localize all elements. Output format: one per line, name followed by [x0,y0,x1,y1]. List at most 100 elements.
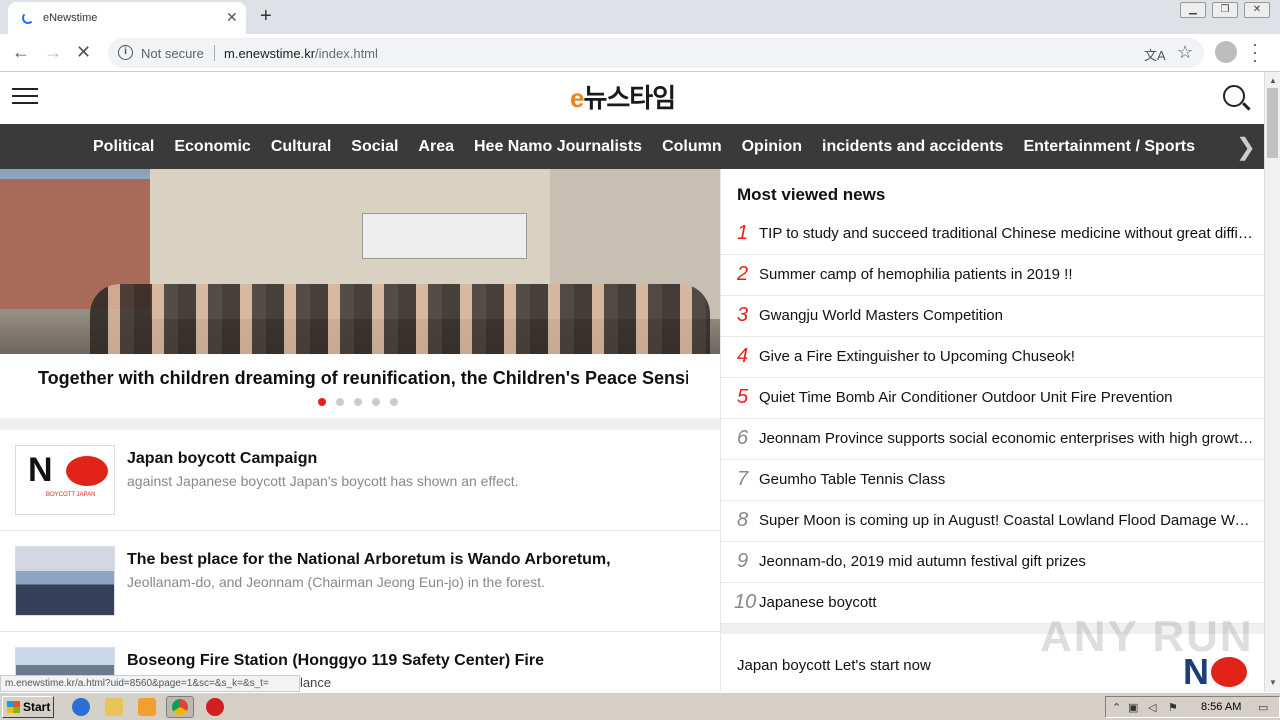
most-viewed-item[interactable]: 2 Summer camp of hemophilia patients in 2… [721,255,1264,296]
watermark: ANY RUN [1040,612,1254,661]
most-viewed-item[interactable]: 8 Super Moon is coming up in August! Coas… [721,501,1264,542]
url-path: /index.html [315,46,378,61]
news-thumbnail [15,546,115,616]
media-player-icon[interactable] [138,698,156,716]
news-title[interactable]: Boseong Fire Station (Honggyo 119 Safety… [127,652,544,670]
category-item[interactable]: Entertainment / Sports [1013,124,1205,169]
news-item[interactable]: N BOYCOTT JAPAN Japan boycott Campaign a… [0,430,720,531]
back-arrow-icon[interactable]: ← [12,42,30,63]
most-viewed-title-text[interactable]: Jeonnam Province supports social economi… [759,430,1254,447]
category-item[interactable]: Economic [164,124,260,169]
category-item[interactable]: Opinion [732,124,812,169]
most-viewed-item[interactable]: 4 Give a Fire Extinguisher to Upcoming Ch… [721,337,1264,378]
most-viewed-title-text[interactable]: TIP to study and succeed traditional Chi… [759,225,1254,242]
slider-dot[interactable] [336,398,344,406]
rank-number: 10 [734,591,757,613]
close-window-button[interactable]: ✕ [1244,2,1270,18]
most-viewed-item[interactable]: 3 Gwangju World Masters Competition [721,296,1264,337]
minimize-button[interactable]: ▁ [1180,2,1206,18]
no-letter: N [28,451,53,489]
slider-dot[interactable] [354,398,362,406]
category-item[interactable]: Hee Namo Journalists [464,124,652,169]
site-logo[interactable]: e뉴스타임 [570,78,676,115]
bookmark-star-icon[interactable]: ☆ [1177,42,1193,63]
most-viewed-title-text[interactable]: Super Moon is coming up in August! Coast… [759,512,1254,529]
thumb-caption: BOYCOTT JAPAN [46,492,96,498]
tab-strip: eNewstime ✕ + ▁ ❐ ✕ [0,0,1280,34]
most-viewed-title-text[interactable]: Give a Fire Extinguisher to Upcoming Chu… [759,348,1254,365]
scroll-thumb[interactable] [1267,88,1278,158]
hamburger-menu-icon[interactable] [12,88,38,108]
taskbar: Start ⌃ ▣ ◁ ⚑ 8:56 AM ▭ [0,692,1280,720]
news-title[interactable]: Japan boycott Campaign [127,450,317,468]
chevron-right-icon[interactable]: ❯ [1236,133,1256,162]
network-icon[interactable]: ▣ [1128,701,1138,714]
forward-arrow-icon[interactable]: → [44,42,62,63]
flag-icon[interactable]: ⚑ [1168,701,1178,714]
hero-caption[interactable]: Together with children dreaming of reuni… [38,368,688,389]
logo-text: 뉴스타임 [583,83,676,113]
url-host: m.enewstime.kr [224,46,316,61]
slider-dot[interactable] [390,398,398,406]
most-viewed-title-text[interactable]: Geumho Table Tennis Class [759,471,1254,488]
rank-number: 2 [737,263,749,285]
scroll-down-icon[interactable]: ▼ [1269,678,1277,687]
rank-number: 9 [737,550,749,572]
most-viewed-title-text[interactable]: Japanese boycott [759,594,1254,611]
news-thumbnail: N BOYCOTT JAPAN [15,445,115,515]
category-list: Political Economic Cultural Social Area Hee N… [83,124,1205,169]
most-viewed-item[interactable]: 5 Quiet Time Bomb Air Conditioner Outdoor… [721,378,1264,419]
security-label[interactable]: Not secure [141,46,204,61]
most-viewed-item[interactable]: 9 Jeonnam-do, 2019 mid autumn festival gi… [721,542,1264,583]
site-header: e뉴스타임 [0,72,1264,124]
page-scrollbar[interactable]: ▲ ▼ [1264,72,1280,692]
bottom-news-link[interactable]: Japan boycott Let's start now [737,657,931,674]
most-viewed-item[interactable]: 7 Geumho Table Tennis Class [721,460,1264,501]
tray-expand-icon[interactable]: ⌃ [1112,701,1121,714]
category-item[interactable]: incidents and accidents [812,124,1013,169]
translate-icon[interactable]: 文A [1144,45,1166,64]
security-app-icon[interactable] [206,698,224,716]
news-item[interactable]: The best place for the National Arboretu… [0,531,720,632]
system-tray: ⌃ ▣ ◁ ⚑ 8:56 AM ▭ [1105,696,1280,718]
category-item[interactable]: Political [83,124,164,169]
address-bar[interactable]: i Not secure m.enewstime.kr/index.html 文… [108,38,1204,68]
url-separator [214,45,215,61]
restore-button[interactable]: ❐ [1212,2,1238,18]
ie-icon[interactable] [72,698,90,716]
slider-dot[interactable] [372,398,380,406]
news-summary: Jeollanam-do, and Jeonnam (Chairman Jeon… [127,574,545,590]
chrome-icon [172,699,188,715]
most-viewed-item[interactable]: 6 Jeonnam Province supports social econom… [721,419,1264,460]
most-viewed-title-text[interactable]: Quiet Time Bomb Air Conditioner Outdoor … [759,389,1254,406]
chrome-taskbar-button[interactable] [166,696,194,718]
hero-image[interactable] [0,169,720,354]
category-item[interactable]: Column [652,124,732,169]
most-viewed-item[interactable]: 1 TIP to study and succeed traditional Ch… [721,214,1264,255]
category-item[interactable]: Cultural [261,124,341,169]
category-item[interactable]: Social [341,124,408,169]
slider-dot[interactable] [318,398,326,406]
folder-icon[interactable] [105,698,123,716]
category-item[interactable]: Area [408,124,464,169]
stop-loading-icon[interactable]: ✕ [76,42,91,63]
most-viewed-title-text[interactable]: Gwangju World Masters Competition [759,307,1254,324]
news-title[interactable]: The best place for the National Arboretu… [127,551,611,569]
start-button[interactable]: Start [2,696,54,718]
search-icon[interactable] [1223,85,1245,107]
browser-menu-icon[interactable]: · · · [1252,35,1258,69]
most-viewed-title-text[interactable]: Jeonnam-do, 2019 mid autumn festival gif… [759,553,1254,570]
url-text[interactable]: m.enewstime.kr/index.html [224,46,378,61]
show-desktop-icon[interactable]: ▭ [1258,701,1268,714]
info-icon[interactable]: i [118,45,133,60]
volume-icon[interactable]: ◁ [1148,701,1156,714]
profile-avatar-icon[interactable] [1215,41,1237,63]
tab-title: eNewstime [43,12,98,24]
rank-number: 3 [737,304,749,326]
scroll-up-icon[interactable]: ▲ [1269,76,1277,85]
browser-tab[interactable]: eNewstime ✕ [8,2,246,34]
rank-number: 5 [737,386,749,408]
most-viewed-title-text[interactable]: Summer camp of hemophilia patients in 20… [759,266,1254,283]
new-tab-button[interactable]: + [260,5,272,28]
tab-close-icon[interactable]: ✕ [226,9,238,26]
